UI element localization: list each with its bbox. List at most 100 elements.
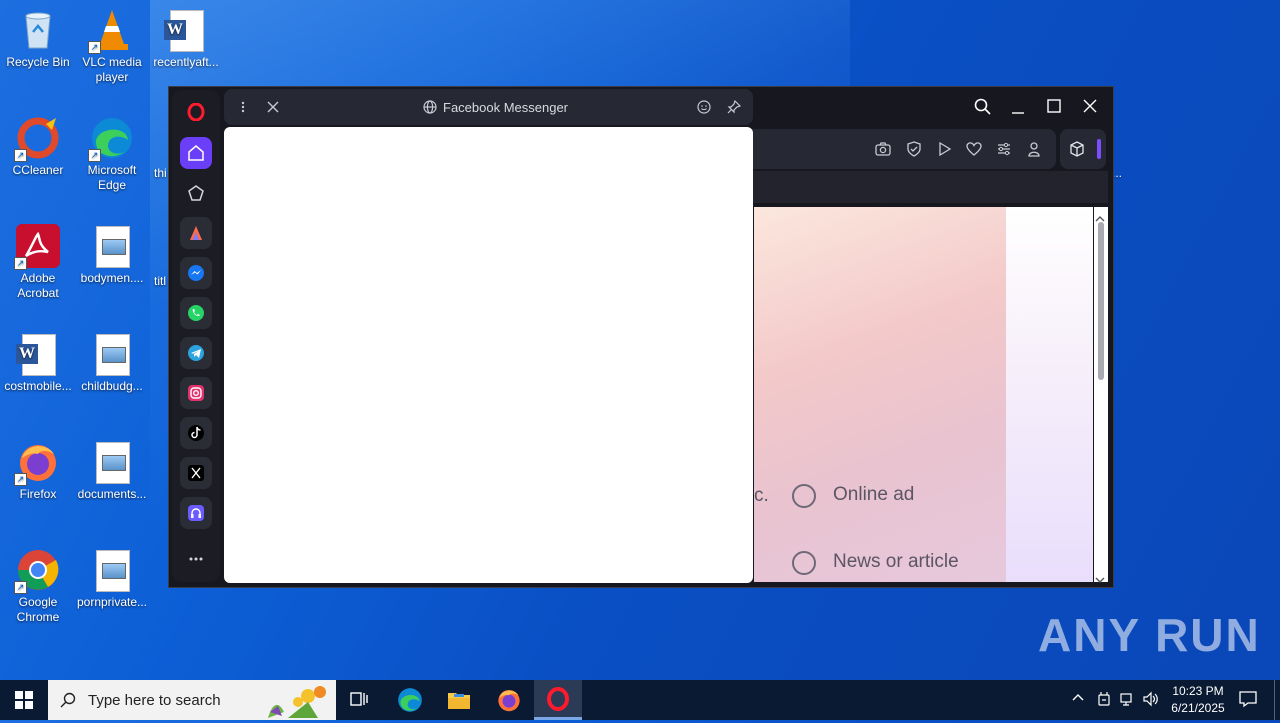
sidebar-x-button[interactable] bbox=[180, 457, 212, 489]
chrome-icon: ↗ bbox=[14, 548, 60, 594]
windows-icon bbox=[15, 691, 33, 709]
desktop-icon-label: costmobile... bbox=[4, 379, 72, 393]
search-icon bbox=[60, 692, 76, 713]
desktop-icon-label: childbudg... bbox=[81, 379, 143, 393]
desktop-icon-firefox[interactable]: ↗ Firefox bbox=[0, 440, 76, 502]
desktop-icon-recycle-bin[interactable]: Recycle Bin bbox=[0, 8, 76, 70]
minimize-icon[interactable] bbox=[1011, 98, 1025, 119]
desktop-icon-adobe-acrobat[interactable]: ↗ Adobe Acrobat bbox=[0, 224, 76, 301]
scrollbar-thumb[interactable] bbox=[1098, 222, 1104, 380]
sidebar-bookmarks-button[interactable] bbox=[180, 177, 212, 209]
emoji-icon[interactable] bbox=[697, 100, 711, 119]
taskbar-clock[interactable]: 10:23 PM 6/21/2025 bbox=[1160, 683, 1236, 717]
desktop-icon-label: documents... bbox=[77, 487, 147, 501]
start-button[interactable] bbox=[0, 680, 48, 720]
desktop-icon-partial-label: titl bbox=[154, 274, 166, 288]
page-side-panel bbox=[1006, 207, 1093, 582]
web-page-content: c. Online ad News or article bbox=[754, 207, 1093, 582]
pin-icon[interactable] bbox=[727, 99, 742, 119]
image-file-icon bbox=[90, 332, 134, 376]
clock-time: 10:23 PM bbox=[1172, 684, 1224, 698]
panel-menu-icon[interactable] bbox=[238, 100, 248, 119]
taskbar-edge-button[interactable] bbox=[386, 680, 434, 720]
tiktok-icon bbox=[188, 425, 204, 441]
network-icon[interactable] bbox=[1119, 691, 1135, 711]
sidebar-aria-button[interactable] bbox=[180, 217, 212, 249]
image-file-icon bbox=[90, 440, 134, 484]
task-view-icon bbox=[350, 692, 368, 706]
messenger-panel-content[interactable] bbox=[224, 127, 753, 583]
sidebar-accent-indicator bbox=[1097, 139, 1101, 159]
taskbar-opera-button[interactable] bbox=[534, 680, 582, 720]
desktop-icon-label: Firefox bbox=[19, 487, 57, 501]
taskbar-firefox-button[interactable] bbox=[485, 680, 533, 720]
search-icon[interactable] bbox=[974, 98, 991, 120]
sidebar-telegram-button[interactable] bbox=[180, 337, 212, 369]
desktop-icon-childbudg[interactable]: childbudg... bbox=[74, 332, 150, 394]
desktop-icon-label: recentlyaft... bbox=[153, 55, 219, 69]
desktop-icon-label: VLC media player bbox=[82, 55, 142, 84]
search-highlight-image bbox=[258, 682, 334, 723]
desktop-icon-bodymen[interactable]: bodymen.... bbox=[74, 224, 150, 286]
cube-icon[interactable] bbox=[1069, 141, 1085, 162]
desktop-icon-ccleaner[interactable]: ↗ CCleaner bbox=[0, 116, 76, 178]
telegram-icon bbox=[188, 345, 204, 361]
desktop-icon-label: CCleaner bbox=[12, 163, 64, 177]
desktop-icon-pornprivate[interactable]: pornprivate... bbox=[74, 548, 150, 610]
scroll-down-icon[interactable] bbox=[1095, 571, 1105, 589]
sidebar-instagram-button[interactable] bbox=[180, 377, 212, 409]
heart-icon[interactable] bbox=[966, 141, 982, 160]
sidebar-messenger-button[interactable] bbox=[180, 257, 212, 289]
profile-icon[interactable] bbox=[1026, 141, 1042, 160]
radio-online-ad[interactable] bbox=[792, 484, 816, 508]
shield-icon[interactable] bbox=[906, 141, 922, 160]
panel-close-icon[interactable] bbox=[266, 100, 280, 119]
home-icon bbox=[188, 145, 204, 161]
sidebar-tiktok-button[interactable] bbox=[180, 417, 212, 449]
show-desktop-button[interactable] bbox=[1274, 680, 1280, 720]
usb-device-icon[interactable] bbox=[1096, 691, 1112, 711]
folder-icon bbox=[448, 693, 470, 709]
close-window-icon[interactable] bbox=[1083, 99, 1097, 118]
chevron-up-icon[interactable] bbox=[1071, 691, 1085, 709]
sidebar-music-button[interactable] bbox=[180, 497, 212, 529]
desktop-icon-label: Adobe Acrobat bbox=[17, 271, 59, 300]
camera-icon[interactable] bbox=[875, 141, 891, 160]
pentagon-icon bbox=[188, 185, 204, 201]
sidebar-more-button[interactable] bbox=[180, 543, 212, 575]
word-document-icon: W bbox=[164, 8, 208, 52]
settings-sliders-icon[interactable] bbox=[996, 141, 1012, 160]
desktop-icon-microsoft-edge[interactable]: ↗ Microsoft Edge bbox=[74, 116, 150, 193]
desktop-icon-label: bodymen.... bbox=[80, 271, 144, 285]
edge-icon bbox=[398, 688, 422, 712]
scroll-up-icon[interactable] bbox=[1095, 210, 1105, 228]
image-file-icon bbox=[90, 224, 134, 268]
desktop-icon-documents[interactable]: documents... bbox=[74, 440, 150, 502]
edge-icon: ↗ bbox=[88, 116, 134, 162]
radio-label-news-or-article: News or article bbox=[833, 551, 959, 572]
sidebar-whatsapp-button[interactable] bbox=[180, 297, 212, 329]
clock-date: 6/21/2025 bbox=[1171, 701, 1225, 715]
opera-icon bbox=[547, 686, 569, 711]
desktop-icon-google-chrome[interactable]: ↗ Google Chrome bbox=[0, 548, 76, 625]
word-document-icon: W bbox=[16, 332, 60, 376]
globe-icon bbox=[423, 100, 437, 114]
notification-icon[interactable] bbox=[1239, 690, 1257, 712]
sidebar-home-button[interactable] bbox=[180, 137, 212, 169]
messenger-icon bbox=[188, 265, 204, 281]
ccleaner-icon: ↗ bbox=[14, 116, 60, 162]
play-icon[interactable] bbox=[936, 141, 952, 160]
radio-news-or-article[interactable] bbox=[792, 551, 816, 575]
desktop-icon-vlc[interactable]: ↗ VLC media player bbox=[74, 8, 150, 85]
instagram-icon bbox=[188, 385, 204, 401]
opera-logo-icon[interactable] bbox=[180, 96, 212, 128]
desktop-icon-label: pornprivate... bbox=[76, 595, 148, 609]
desktop-icon-recentlyaft[interactable]: W recentlyaft... bbox=[148, 8, 224, 70]
radio-label-online-ad: Online ad bbox=[833, 484, 915, 505]
desktop-icon-costmobile[interactable]: W costmobile... bbox=[0, 332, 76, 394]
volume-icon[interactable] bbox=[1142, 691, 1160, 711]
maximize-icon[interactable] bbox=[1047, 99, 1061, 118]
more-horizontal-icon bbox=[189, 557, 203, 561]
taskbar-file-explorer-button[interactable] bbox=[435, 680, 483, 720]
task-view-button[interactable] bbox=[336, 680, 384, 720]
